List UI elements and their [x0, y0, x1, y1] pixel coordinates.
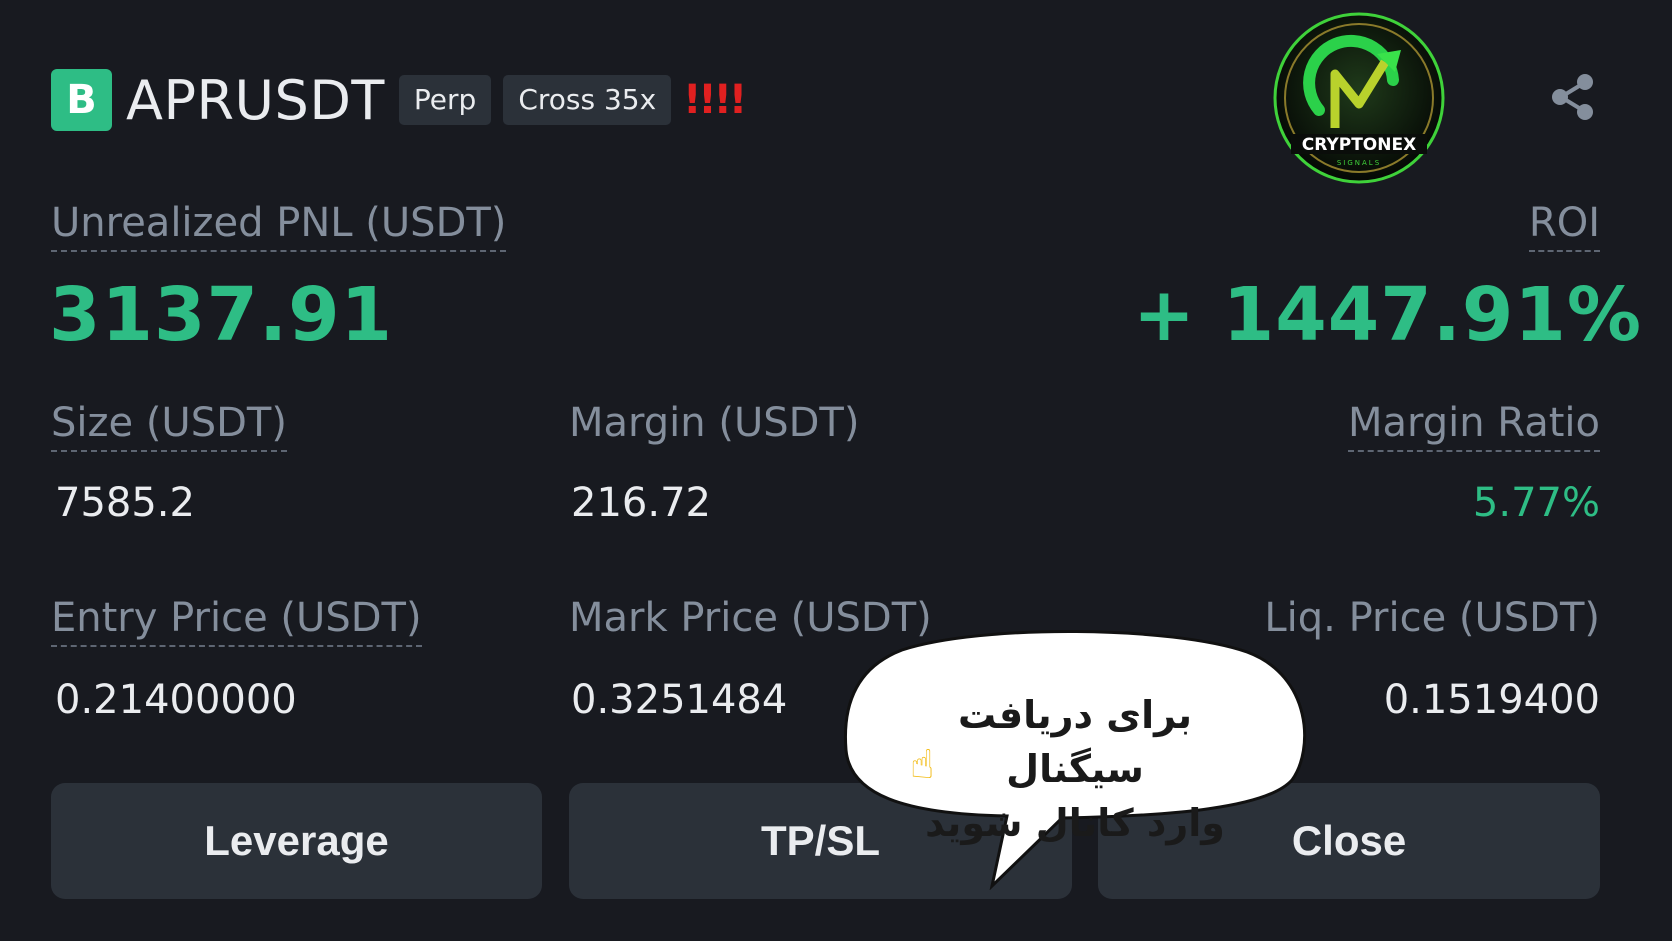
- unrealized-pnl-label[interactable]: Unrealized PNL (USDT): [51, 200, 507, 252]
- logo-subtext: SIGNALS: [1337, 159, 1381, 167]
- liq-price-label: Liq. Price (USDT): [1264, 595, 1600, 641]
- mark-price-value: 0.3251484: [571, 677, 788, 723]
- symbol-name[interactable]: APRUSDT: [126, 69, 385, 132]
- position-card: B APRUSDT Perp Cross 35x !!!! CRYPTONEX …: [0, 0, 1672, 941]
- size-value: 7585.2: [55, 480, 195, 526]
- margin-ratio-label[interactable]: Margin Ratio: [1347, 400, 1600, 452]
- warning-marks: !!!!: [683, 77, 747, 123]
- cryptonex-logo: CRYPTONEX SIGNALS: [1273, 12, 1445, 184]
- roi-value: + 1447.91%: [1133, 272, 1642, 358]
- margin-label: Margin (USDT): [569, 400, 860, 446]
- leverage-button[interactable]: Leverage: [51, 783, 542, 899]
- pointing-hand-icon: ☝: [910, 742, 935, 788]
- margin-value: 216.72: [571, 480, 711, 526]
- margin-ratio-value: 5.77%: [1472, 480, 1600, 526]
- promo-line-2: وارد کانال شوید: [925, 801, 1225, 845]
- promo-line-1: برای دریافت سیگنال: [957, 693, 1192, 791]
- liq-price-value: 0.1519400: [1383, 677, 1600, 723]
- logo-text: CRYPTONEX: [1302, 135, 1416, 155]
- contract-type-tag: Perp: [398, 75, 492, 125]
- roi-label[interactable]: ROI: [1528, 200, 1600, 252]
- margin-mode-tag[interactable]: Cross 35x: [503, 75, 672, 125]
- size-label[interactable]: Size (USDT): [51, 400, 287, 452]
- promo-message: برای دریافت سیگنال وارد کانال شوید: [900, 688, 1250, 850]
- entry-price-value: 0.21400000: [55, 677, 297, 723]
- entry-price-label[interactable]: Entry Price (USDT): [51, 595, 422, 647]
- exchange-badge: B: [51, 69, 112, 131]
- position-header: B APRUSDT Perp Cross 35x !!!!: [51, 68, 747, 132]
- share-icon[interactable]: [1548, 72, 1598, 122]
- unrealized-pnl-value: 3137.91: [49, 272, 394, 358]
